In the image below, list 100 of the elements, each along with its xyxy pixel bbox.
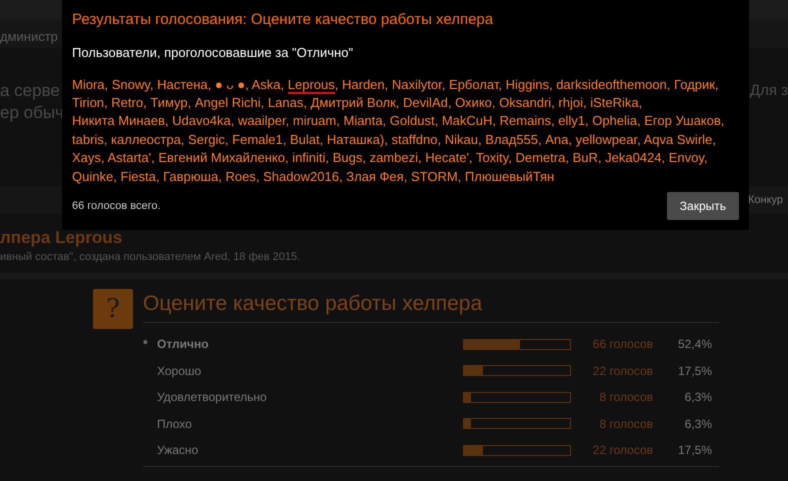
close-button[interactable]: Закрыть — [666, 192, 739, 220]
voter-link[interactable]: zambezi — [370, 150, 418, 166]
separator-text: , — [551, 94, 555, 110]
separator-text: , — [338, 168, 343, 184]
separator-text: , — [468, 150, 473, 166]
voter-link[interactable]: Ana — [545, 132, 568, 147]
voter-link[interactable]: Aqva Swirle — [644, 132, 712, 147]
voter-link[interactable]: Hecate' — [425, 150, 469, 166]
separator-text: , — [282, 132, 286, 147]
voter-link[interactable]: Astarta' — [107, 150, 152, 166]
vote-percent: 6,3% — [684, 390, 712, 404]
voter-link[interactable]: Goldust — [390, 113, 435, 128]
separator-text: , — [320, 132, 324, 147]
voter-link[interactable]: Никита Минаев — [72, 113, 165, 128]
voter-link[interactable]: Miora — [72, 76, 105, 92]
voter-link[interactable]: iSteRika — [590, 94, 639, 110]
poll-title: Оцените качество работы хелпера — [143, 289, 719, 323]
separator-text: , — [334, 76, 338, 92]
voter-link[interactable]: Злая Фея — [346, 168, 404, 184]
voter-link[interactable]: Harden — [342, 76, 385, 92]
voter-link[interactable]: Годрик — [674, 76, 715, 92]
dialog-subtitle: Пользователи, проголосовавшие за "Отлично" — [72, 45, 354, 62]
question-icon: ? — [93, 289, 133, 329]
voter-link[interactable]: Bugs — [332, 150, 362, 166]
dialog-title: Результаты голосования: Оцените качество работы хелпера — [72, 10, 494, 30]
voter-link[interactable]: Lanas — [268, 94, 304, 110]
voter-link[interactable]: rhjoi — [558, 94, 583, 110]
voter-link[interactable]: Shadow2016 — [263, 168, 339, 184]
voter-link[interactable]: Mianta — [343, 113, 383, 128]
voter-link[interactable]: BuR — [572, 150, 598, 166]
separator-text: , — [362, 150, 366, 166]
separator-text: , — [720, 113, 724, 128]
voter-link[interactable]: Aska — [252, 76, 281, 92]
voter-link[interactable]: elly1 — [558, 113, 585, 128]
poll-option-label: Хорошо — [157, 364, 202, 378]
voter-link[interactable]: Тимур — [150, 94, 188, 110]
voter-link[interactable]: miruam — [292, 113, 336, 128]
voter-link[interactable]: Demetra — [515, 150, 566, 166]
tag-link[interactable]: Конкур — [748, 194, 788, 214]
voter-link[interactable]: ● ᴗ ● — [214, 76, 246, 92]
voter-link[interactable]: Гаврюша — [163, 168, 218, 184]
voter-link[interactable]: Fiesta — [120, 168, 156, 184]
voter-link[interactable]: Oksandri — [499, 94, 552, 110]
voter-link[interactable]: Настена — [157, 76, 208, 92]
voter-link[interactable]: Егор Ушаков — [644, 113, 721, 128]
voter-link[interactable]: Toxity — [476, 150, 508, 166]
voter-link[interactable]: ПлюшевыйТян — [464, 168, 554, 184]
separator-text: , — [384, 132, 388, 147]
voter-link[interactable]: infiniti — [292, 150, 326, 166]
separator-text: , — [548, 76, 553, 92]
notice-text: Для з — [750, 81, 788, 101]
voter-link[interactable]: Влад555 — [485, 132, 538, 147]
voter-link[interactable]: waailper — [238, 113, 286, 128]
separator-text: , — [104, 76, 108, 92]
voter-link[interactable]: Наташка) — [326, 132, 384, 147]
voter-link[interactable]: DevilAd — [403, 94, 448, 110]
voter-link[interactable]: Sergic — [188, 132, 225, 147]
voter-link[interactable]: Leprous — [288, 76, 335, 94]
voter-link[interactable]: Евгений Михайленко — [158, 150, 285, 166]
voter-link[interactable]: darksideofthemoon — [556, 76, 667, 92]
voter-link[interactable]: Angel Richi — [194, 94, 261, 110]
voter-link[interactable]: Bulat — [290, 132, 320, 147]
separator-text: , — [498, 76, 502, 92]
voter-link[interactable]: каллеостра — [111, 132, 181, 147]
voter-link[interactable]: Naxilytor — [392, 76, 442, 92]
voter-link[interactable]: Дмитрий Волк — [310, 94, 396, 110]
voter-link[interactable]: Nikau — [444, 132, 478, 147]
voter-link[interactable]: MakCuH — [442, 113, 492, 128]
voter-link[interactable]: STORM — [410, 168, 458, 184]
separator-text: , — [143, 94, 147, 110]
voter-link[interactable]: Jeka0424 — [605, 150, 662, 166]
voter-link[interactable]: tabris — [72, 132, 104, 147]
voter-link[interactable]: Female1 — [232, 132, 283, 147]
voter-link[interactable]: Envoy — [668, 150, 704, 166]
voter-link[interactable]: Tirion — [72, 94, 104, 110]
separator-text: , — [286, 113, 290, 128]
separator-text: , — [637, 113, 641, 128]
separator-text: , — [396, 94, 400, 110]
voter-link[interactable]: Ophelia — [592, 113, 638, 128]
voter-link[interactable]: Remains — [500, 113, 551, 128]
separator-text: , — [224, 132, 229, 147]
voter-link[interactable]: Xays — [72, 150, 101, 166]
separator-text: , — [448, 94, 452, 110]
separator-text: , — [218, 168, 222, 184]
vote-percent: 17,5% — [676, 364, 712, 378]
voter-link[interactable]: Ерболат — [449, 76, 498, 92]
separator-text: , — [662, 150, 666, 166]
voter-link[interactable]: Snowy — [112, 76, 150, 92]
voter-link[interactable]: Higgins — [506, 76, 549, 92]
voter-link[interactable]: Roes — [225, 168, 256, 184]
voter-link[interactable]: staffdno — [391, 132, 438, 147]
voter-link[interactable]: Udavo4ka — [172, 113, 231, 128]
voter-link[interactable]: Retro — [111, 94, 144, 110]
separator-text: , — [550, 113, 555, 128]
voter-link[interactable]: Охико — [455, 94, 492, 110]
voter-link[interactable]: Quinke — [72, 168, 114, 184]
thread-meta: ивный состав", создана пользователем Ared, 18 фев 2015. — [0, 251, 302, 263]
separator-text: , — [583, 94, 587, 110]
voter-link[interactable]: yellowpear — [576, 132, 638, 147]
separator-text: , — [714, 76, 719, 92]
